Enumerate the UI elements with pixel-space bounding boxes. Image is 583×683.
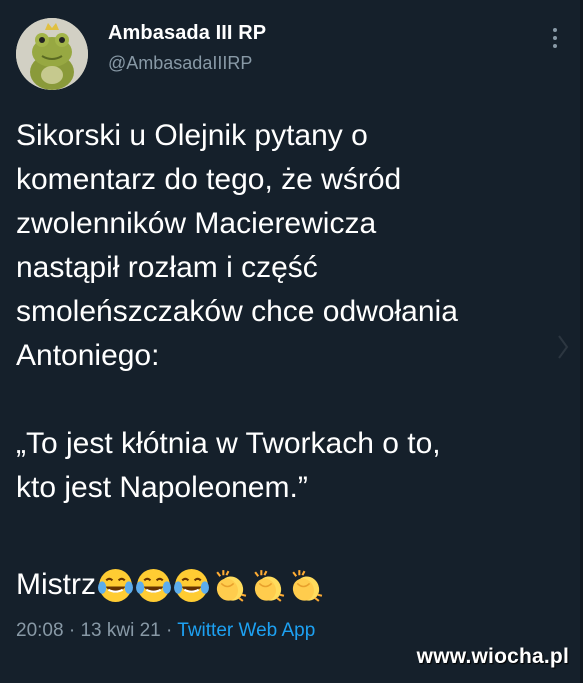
chevron-right-icon: [558, 335, 569, 359]
face-with-tears-of-joy-icon: [173, 567, 210, 604]
closing-word: Mistrz: [16, 568, 96, 601]
tweet-header: Ambasada III RP @AmbasadaIIIRP: [16, 18, 567, 90]
watermark: www.wiocha.pl: [416, 645, 569, 668]
clapping-hands-icon: [211, 567, 248, 604]
tweet-time[interactable]: 20:08: [16, 620, 64, 641]
user-handle[interactable]: @AmbasadaIIIRP: [108, 53, 266, 74]
avatar[interactable]: [16, 18, 88, 90]
meta-separator: ·: [63, 620, 81, 641]
face-with-tears-of-joy-icon: [135, 567, 172, 604]
tweet-emoji-line: Mistrz: [16, 563, 324, 607]
tweet-date[interactable]: 13 kwi 21: [80, 620, 160, 641]
display-name[interactable]: Ambasada III RP: [108, 22, 266, 45]
tweet-text: Sikorski u Olejnik pytany o komentarz do…: [16, 119, 458, 504]
meta-separator: ·: [160, 620, 178, 641]
more-options-icon[interactable]: [549, 28, 561, 52]
tweet-meta: 20:08 · 13 kwi 21 · Twitter Web App: [16, 620, 315, 642]
tweet-source-link[interactable]: Twitter Web App: [177, 620, 315, 641]
clapping-hands-icon: [249, 567, 286, 604]
clapping-hands-icon: [287, 567, 324, 604]
tweet: Ambasada III RP @AmbasadaIIIRP Sikorski …: [0, 0, 583, 683]
user-names: Ambasada III RP @AmbasadaIIIRP: [108, 22, 266, 74]
frog-plush-avatar-icon: [16, 18, 88, 90]
face-with-tears-of-joy-icon: [97, 567, 134, 604]
